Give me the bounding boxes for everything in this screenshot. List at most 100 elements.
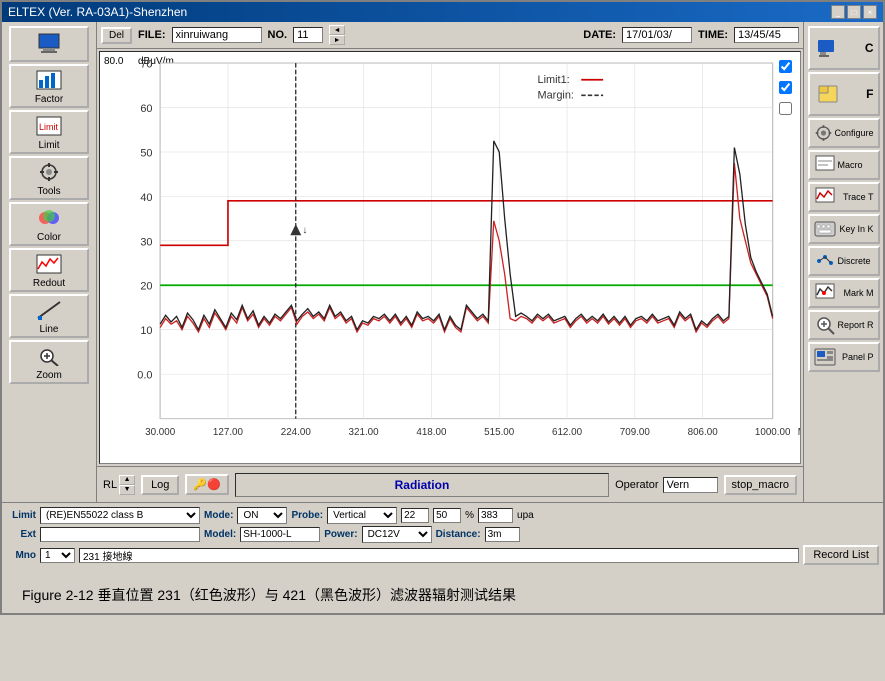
top-icon-button[interactable] [9, 26, 89, 62]
model-input[interactable] [240, 527, 320, 542]
memo-text-input[interactable] [79, 548, 799, 563]
extra-checkbox[interactable] [779, 102, 792, 115]
limit-label: Limit [38, 140, 59, 151]
no-input[interactable] [293, 27, 323, 43]
num1-input[interactable] [401, 508, 429, 523]
del-button[interactable]: Del [101, 27, 132, 44]
chart-svg: 70 60 50 40 30 20 10 0.0 30.000 127.00 2… [100, 52, 800, 463]
ext-input[interactable] [40, 527, 200, 542]
configure-icon [814, 122, 833, 144]
report-button[interactable]: Report R [808, 310, 880, 340]
svg-text:30: 30 [140, 236, 152, 248]
no-label: NO. [268, 29, 288, 41]
power-select[interactable]: DC12V [362, 526, 432, 543]
zoom-icon [35, 344, 63, 368]
svg-text:Limit1:: Limit1: [538, 74, 570, 86]
line-label: Line [40, 324, 59, 335]
svg-text:MHz: MHz [798, 427, 800, 438]
mark-button[interactable]: Mark M [808, 278, 880, 308]
checkbox-area [779, 60, 792, 115]
rl-up-button[interactable]: ▲ [119, 475, 135, 485]
no-next-button[interactable]: ► [329, 35, 345, 45]
key-button[interactable]: 🔑🔴 [185, 474, 228, 495]
svg-text:321.00: 321.00 [349, 427, 380, 438]
redout-label: Redout [33, 278, 65, 289]
distance-input[interactable] [485, 527, 520, 542]
percent-label: % [465, 510, 474, 521]
time-input[interactable] [734, 27, 799, 43]
probe-select[interactable]: Vertical [327, 507, 397, 524]
c-button[interactable]: C [808, 26, 880, 70]
trace-icon [814, 186, 836, 208]
c-icon [814, 34, 842, 62]
f-button[interactable]: F [808, 72, 880, 116]
discrete-label: Discrete [838, 256, 871, 266]
title-buttons: _ □ × [831, 5, 877, 19]
svg-text:70: 70 [140, 58, 152, 70]
configure-button[interactable]: Configure [808, 118, 880, 148]
minimize-button[interactable]: _ [831, 5, 845, 19]
redout-button[interactable]: Redout [9, 248, 89, 292]
report-label: Report R [837, 320, 873, 330]
file-label: FILE: [138, 29, 166, 41]
limit-select[interactable]: (RE)EN55022 class B [40, 507, 200, 524]
num2-input[interactable] [433, 508, 461, 523]
model-label: Model: [204, 529, 236, 540]
macro-button[interactable]: Macro [808, 150, 880, 180]
left-toolbar: Factor Limit Limit [2, 22, 97, 502]
param-row-2: Ext Model: Power: DC12V Distance: [6, 526, 879, 543]
center-content: Del FILE: NO. ◄ ► DATE: TIME: dB [97, 22, 803, 502]
svg-text:50: 50 [140, 147, 152, 159]
no-prev-button[interactable]: ◄ [329, 25, 345, 35]
factor-icon [35, 68, 63, 92]
power-label: Power: [324, 529, 357, 540]
close-button[interactable]: × [863, 5, 877, 19]
main-layout: Factor Limit Limit [2, 22, 883, 502]
limit-button[interactable]: Limit Limit [9, 110, 89, 154]
rl-down-button[interactable]: ▼ [119, 485, 135, 495]
line-button[interactable]: Line [9, 294, 89, 338]
stop-macro-button[interactable]: stop_macro [724, 475, 797, 495]
trace-button[interactable]: Trace T [808, 182, 880, 212]
zoom-button[interactable]: Zoom [9, 340, 89, 384]
record-list-button[interactable]: Record List [803, 545, 879, 565]
macro-label: Macro [838, 160, 863, 170]
keyin-icon [814, 218, 836, 240]
panel-button[interactable]: Panel P [808, 342, 880, 372]
zoom-label: Zoom [36, 370, 62, 381]
num3-input[interactable] [478, 508, 513, 523]
bottom-bar: RL ▲ ▼ Log 🔑🔴 Radiation Operator stop_ma… [97, 466, 803, 502]
file-input[interactable] [172, 27, 262, 43]
mode-select[interactable]: ON [237, 507, 287, 524]
tools-icon [35, 160, 63, 184]
mark-label: Mark M [844, 288, 874, 298]
svg-text:10: 10 [140, 325, 152, 337]
unit-label: upa [517, 510, 534, 521]
rl-label: RL [103, 479, 117, 491]
f-label: F [866, 87, 873, 101]
operator-input[interactable] [663, 477, 718, 493]
keyin-button[interactable]: Key In K [808, 214, 880, 244]
memo-num-select[interactable]: 1 [40, 548, 75, 563]
rl-nav-buttons: ▲ ▼ [119, 475, 135, 495]
c-label: C [865, 41, 874, 55]
margin-checkbox[interactable] [779, 81, 792, 94]
tools-button[interactable]: Tools [9, 156, 89, 200]
factor-button[interactable]: Factor [9, 64, 89, 108]
f-icon [814, 80, 842, 108]
date-label: DATE: [583, 29, 616, 41]
operator-area: Operator [615, 477, 717, 493]
color-button[interactable]: Color [9, 202, 89, 246]
limit-checkbox[interactable] [779, 60, 792, 73]
svg-text:↓: ↓ [302, 225, 307, 236]
configure-label: Configure [834, 128, 873, 138]
chart-inner: dBμV/m 80.0 [100, 52, 800, 463]
memo-label: Mno [6, 550, 36, 561]
svg-text:418.00: 418.00 [416, 427, 447, 438]
maximize-button[interactable]: □ [847, 5, 861, 19]
trace-label: Trace T [843, 192, 874, 202]
mode-label: Mode: [204, 510, 233, 521]
discrete-button[interactable]: Discrete [808, 246, 880, 276]
log-button[interactable]: Log [141, 475, 179, 495]
date-input[interactable] [622, 27, 692, 43]
